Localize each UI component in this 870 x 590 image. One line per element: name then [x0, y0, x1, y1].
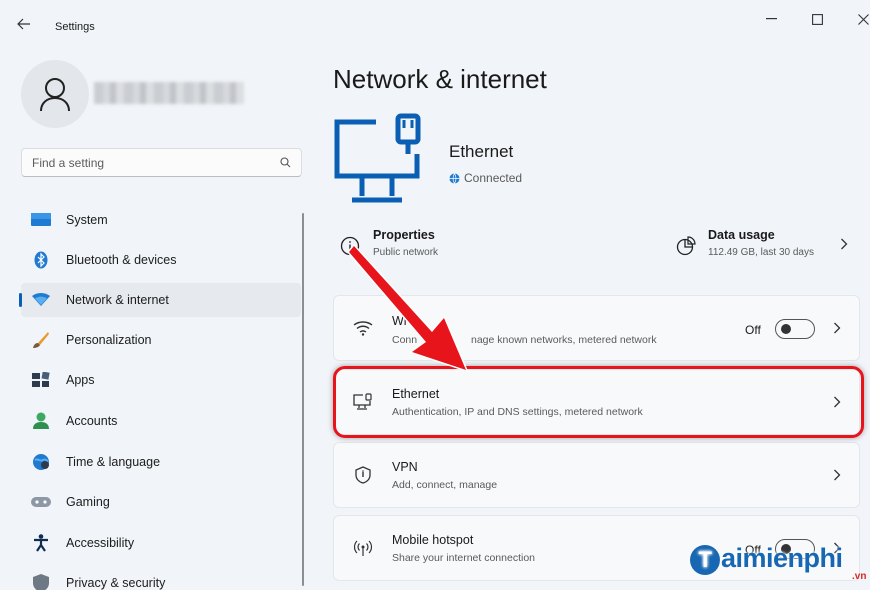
vpn-title: VPN [392, 460, 418, 474]
pie-chart-icon [676, 236, 696, 256]
sidebar-item-label: System [66, 213, 108, 227]
chevron-right-icon [831, 395, 843, 409]
hotspot-icon [352, 537, 374, 559]
search-box[interactable] [21, 148, 302, 177]
user-icon [40, 78, 70, 112]
wifi-subtitle-end: nage known networks, metered network [471, 334, 657, 346]
vpn-card[interactable]: VPN Add, connect, manage [333, 442, 860, 508]
close-icon [857, 13, 869, 25]
sidebar-item-bluetooth[interactable]: Bluetooth & devices [21, 243, 301, 277]
settings-window: Settings System [0, 0, 870, 590]
connection-status-text: Connected [464, 171, 523, 185]
gamepad-icon [31, 493, 51, 511]
chevron-right-icon [841, 238, 848, 250]
connection-name: Ethernet [449, 142, 514, 161]
sidebar-item-accessibility[interactable]: Accessibility [21, 526, 301, 560]
close-button[interactable] [845, 5, 870, 33]
shield-icon [31, 574, 51, 590]
connection-status: Connected [449, 171, 522, 185]
ethernet-subtitle: Authentication, IP and DNS settings, met… [392, 406, 643, 418]
brush-icon [31, 331, 51, 349]
active-indicator [19, 293, 22, 307]
wifi-card[interactable]: Wi- Conn nage known networks, metered ne… [333, 295, 860, 361]
apps-icon [31, 371, 51, 389]
accessibility-icon [31, 534, 51, 552]
wifi-title: Wi- [392, 314, 411, 328]
title-bar: Settings [0, 0, 870, 44]
maximize-button[interactable] [799, 5, 835, 33]
sidebar-item-label: Personalization [66, 333, 152, 347]
network-icon [31, 291, 51, 309]
watermark-letter: T [690, 544, 720, 575]
sidebar-item-label: Network & internet [66, 293, 169, 307]
sidebar-item-label: Accessibility [66, 536, 135, 550]
sidebar-item-label: Bluetooth & devices [66, 253, 177, 267]
ethernet-computer-icon [334, 113, 421, 203]
info-icon [340, 236, 360, 256]
ethernet-card[interactable]: Ethernet Authentication, IP and DNS sett… [333, 369, 860, 435]
chevron-right-icon [831, 321, 843, 335]
wifi-toggle-label: Off [745, 323, 761, 337]
data-usage-link[interactable]: Data usage 112.49 GB, last 30 days [674, 228, 854, 268]
user-name-blurred [94, 82, 244, 104]
sidebar-scrollbar[interactable] [302, 213, 304, 586]
sidebar-item-gaming[interactable]: Gaming [21, 485, 301, 519]
page-title: Network & internet [333, 64, 547, 94]
sidebar-item-label: Gaming [66, 495, 110, 509]
sidebar-item-accounts[interactable]: Accounts [21, 404, 301, 438]
sidebar-item-system[interactable]: System [21, 203, 301, 237]
hotspot-title: Mobile hotspot [392, 533, 474, 547]
chevron-right-icon [831, 468, 843, 482]
properties-link[interactable]: Properties Public network [339, 228, 539, 268]
maximize-icon [811, 13, 823, 25]
watermark-text: aimienphi [721, 543, 843, 573]
sidebar-item-privacy[interactable]: Privacy & security [21, 566, 301, 590]
globe-icon [449, 172, 460, 184]
ethernet-icon [352, 391, 374, 413]
vpn-shield-icon [352, 464, 374, 486]
hotspot-subtitle: Share your internet connection [392, 552, 536, 564]
vpn-subtitle: Add, connect, manage [392, 479, 498, 491]
accounts-icon [31, 412, 51, 430]
wifi-icon [352, 317, 374, 339]
minimize-icon [765, 18, 777, 20]
search-input[interactable] [32, 149, 272, 176]
sidebar-item-personalization[interactable]: Personalization [21, 323, 301, 357]
app-title: Settings [55, 21, 95, 33]
sidebar-item-label: Accounts [66, 414, 118, 428]
properties-subtitle: Public network [373, 247, 439, 258]
wifi-subtitle-start: Conn [392, 334, 418, 346]
minimize-button[interactable] [753, 5, 789, 33]
wifi-toggle[interactable] [775, 319, 815, 339]
ethernet-title: Ethernet [392, 387, 440, 401]
search-icon [280, 157, 291, 168]
sidebar-item-network[interactable]: Network & internet [19, 283, 301, 317]
avatar[interactable] [21, 60, 89, 128]
sidebar-item-label: Time & language [66, 455, 161, 469]
watermark-suffix: .vn [852, 571, 867, 582]
bluetooth-icon [31, 251, 51, 269]
watermark-logo: Taimienphi [690, 543, 843, 575]
data-usage-title: Data usage [708, 228, 775, 242]
sidebar-item-label: Apps [66, 373, 95, 387]
back-button[interactable] [14, 14, 34, 34]
globe-clock-icon [31, 453, 51, 471]
system-icon [31, 211, 51, 229]
data-usage-subtitle: 112.49 GB, last 30 days [708, 247, 814, 258]
sidebar-item-time-language[interactable]: Time & language [21, 445, 301, 479]
properties-title: Properties [373, 228, 435, 242]
sidebar-item-apps[interactable]: Apps [21, 363, 301, 397]
back-arrow-icon [17, 18, 30, 30]
sidebar-item-label: Privacy & security [66, 576, 166, 590]
